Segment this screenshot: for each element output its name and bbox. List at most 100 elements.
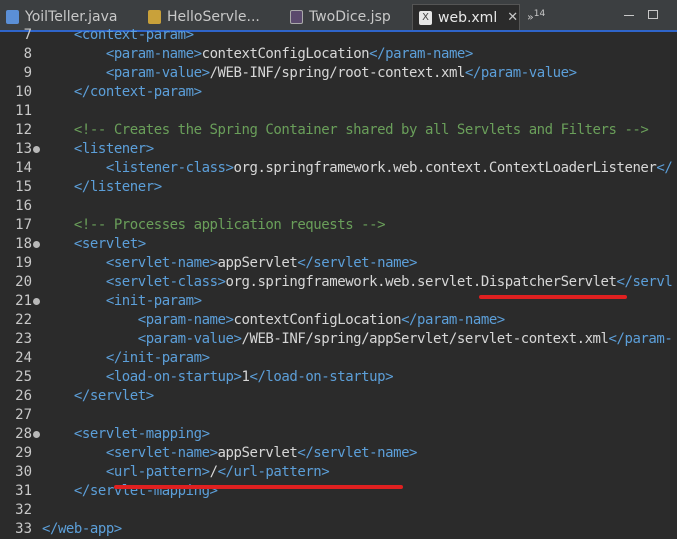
fold-toggle-icon[interactable] <box>33 146 40 153</box>
code-line[interactable]: 10 </context-param> <box>0 83 677 102</box>
line-number: 27 <box>15 407 32 423</box>
xml-tag: <param-value> <box>105 65 210 81</box>
code-line[interactable]: 9 <param-value>/WEB-INF/spring/root-cont… <box>0 64 677 83</box>
code-text: <servlet-name>appServlet</servlet-name> <box>42 444 418 463</box>
code-line[interactable]: 15 </listener> <box>0 178 677 197</box>
xml-text: /WEB-INF/spring/root-context.xml <box>209 65 466 81</box>
fold-toggle-icon[interactable] <box>33 241 40 248</box>
code-line[interactable]: 17 <!-- Processes application requests -… <box>0 216 677 235</box>
code-text: <!-- Processes application requests --> <box>42 216 386 235</box>
line-number: 23 <box>15 331 32 347</box>
line-number: 12 <box>15 122 32 138</box>
line-number: 26 <box>15 388 32 404</box>
xml-tag: </listener> <box>73 179 162 195</box>
code-line[interactable]: 8 <param-name>contextConfigLocation</par… <box>0 45 677 64</box>
line-number: 11 <box>15 103 32 119</box>
xml-tag: </servl <box>616 274 673 290</box>
xml-text: / <box>209 464 218 480</box>
xml-text: contextConfigLocation <box>233 312 402 328</box>
xml-tag: <listener> <box>73 141 154 157</box>
code-line[interactable]: 18 <servlet> <box>0 235 677 254</box>
xml-tag: </param-value> <box>464 65 577 81</box>
code-line[interactable]: 11 <box>0 102 677 121</box>
code-line[interactable]: 25 <load-on-startup>1</load-on-startup> <box>0 368 677 387</box>
code-line[interactable]: 14 <listener-class>org.springframework.w… <box>0 159 677 178</box>
xml-tag: </context-param> <box>73 84 202 100</box>
chevron-double-right-icon: » <box>527 10 534 24</box>
code-line[interactable]: 23 <param-value>/WEB-INF/spring/appServl… <box>0 330 677 349</box>
code-line[interactable]: 33 </web-app> <box>0 520 677 539</box>
code-text: <param-name>contextConfigLocation</param… <box>42 45 473 64</box>
xml-comment: <!-- Creates the Spring Container shared… <box>73 122 649 138</box>
minimize-icon[interactable] <box>624 10 634 16</box>
fold-toggle-icon[interactable] <box>33 298 40 305</box>
xml-tag: <param-value> <box>137 331 242 347</box>
close-icon[interactable]: ✕ <box>507 10 518 25</box>
line-number: 24 <box>15 350 32 366</box>
tab-overflow-button[interactable]: »14 <box>527 9 545 24</box>
xml-tag: <context-param> <box>73 27 194 43</box>
xml-tag: <servlet-name> <box>105 445 218 461</box>
code-editor[interactable]: 7 <context-param> 8 <param-name>contextCo… <box>0 27 677 537</box>
line-number: 8 <box>23 46 32 62</box>
line-number: 33 <box>15 521 32 537</box>
code-line[interactable]: 29 <servlet-name>appServlet</servlet-nam… <box>0 444 677 463</box>
line-number: 14 <box>15 160 32 176</box>
line-number: 29 <box>15 445 32 461</box>
code-text: </web-app> <box>42 520 122 539</box>
java-file-icon <box>6 10 19 24</box>
code-line[interactable]: 32 <box>0 501 677 520</box>
xml-tag: <servlet-class> <box>105 274 226 290</box>
code-line[interactable]: 22 <param-name>contextConfigLocation</pa… <box>0 311 677 330</box>
code-line[interactable]: 20 <servlet-class>org.springframework.we… <box>0 273 677 292</box>
xml-tag: <url-pattern> <box>105 464 210 480</box>
xml-tag: <listener-class> <box>105 160 234 176</box>
line-number: 22 <box>15 312 32 328</box>
line-number: 30 <box>15 464 32 480</box>
xml-text: org.springframework.web.context.ContextL… <box>233 160 657 176</box>
code-text: <param-value>/WEB-INF/spring/appServlet/… <box>42 330 673 349</box>
xml-text: contextConfigLocation <box>201 46 370 62</box>
xml-tag: </param-name> <box>401 312 505 328</box>
code-line[interactable]: 12 <!-- Creates the Spring Container sha… <box>0 121 677 140</box>
annotation-underline-url-pattern <box>114 485 403 489</box>
xml-tag: </servlet> <box>73 388 154 404</box>
tab-label: YoilTeller.java <box>25 9 118 25</box>
xml-text: /WEB-INF/spring/appServlet/servlet-conte… <box>241 331 609 347</box>
code-line[interactable]: 28 <servlet-mapping> <box>0 425 677 444</box>
xml-tag: <init-param> <box>105 293 202 309</box>
xml-tag: </url-pattern> <box>217 464 330 480</box>
tab-label: HelloServle... <box>167 9 260 25</box>
maximize-icon[interactable] <box>648 10 658 19</box>
xml-tag: <servlet-mapping> <box>73 426 210 442</box>
line-number: 15 <box>15 179 32 195</box>
line-number: 7 <box>23 27 32 43</box>
code-line[interactable]: 26 </servlet> <box>0 387 677 406</box>
code-line[interactable]: 19 <servlet-name>appServlet</servlet-nam… <box>0 254 677 273</box>
code-text: </servlet> <box>42 387 154 406</box>
code-text: </init-param> <box>42 349 210 368</box>
code-text: </listener> <box>42 178 162 197</box>
code-line[interactable]: 24 </init-param> <box>0 349 677 368</box>
xml-tag: </web-app> <box>42 521 122 537</box>
jsp-file-icon <box>290 10 303 24</box>
xml-tag: <servlet-name> <box>105 255 218 271</box>
code-line[interactable]: 13 <listener> <box>0 140 677 159</box>
xml-tag: <load-on-startup> <box>105 369 242 385</box>
xml-tag: </load-on-startup> <box>249 369 394 385</box>
code-line[interactable]: 27 <box>0 406 677 425</box>
code-line[interactable]: 16 <box>0 197 677 216</box>
code-line[interactable]: 7 <context-param> <box>0 26 677 45</box>
xml-tag: </servlet-name> <box>297 445 418 461</box>
xml-text: appServlet <box>217 445 298 461</box>
fold-toggle-icon[interactable] <box>33 431 40 438</box>
annotation-underline-dispatcherservlet <box>479 295 627 299</box>
xml-text: org.springframework.web.servlet.Dispatch… <box>225 274 617 290</box>
tab-label: TwoDice.jsp <box>309 9 391 25</box>
code-text: <load-on-startup>1</load-on-startup> <box>42 368 394 387</box>
code-text: <servlet-class>org.springframework.web.s… <box>42 273 673 292</box>
overflow-count: 14 <box>533 9 546 19</box>
xml-tag: <param-name> <box>137 312 234 328</box>
xml-tag: <servlet> <box>73 236 146 252</box>
code-line[interactable]: 30 <url-pattern>/</url-pattern> <box>0 463 677 482</box>
